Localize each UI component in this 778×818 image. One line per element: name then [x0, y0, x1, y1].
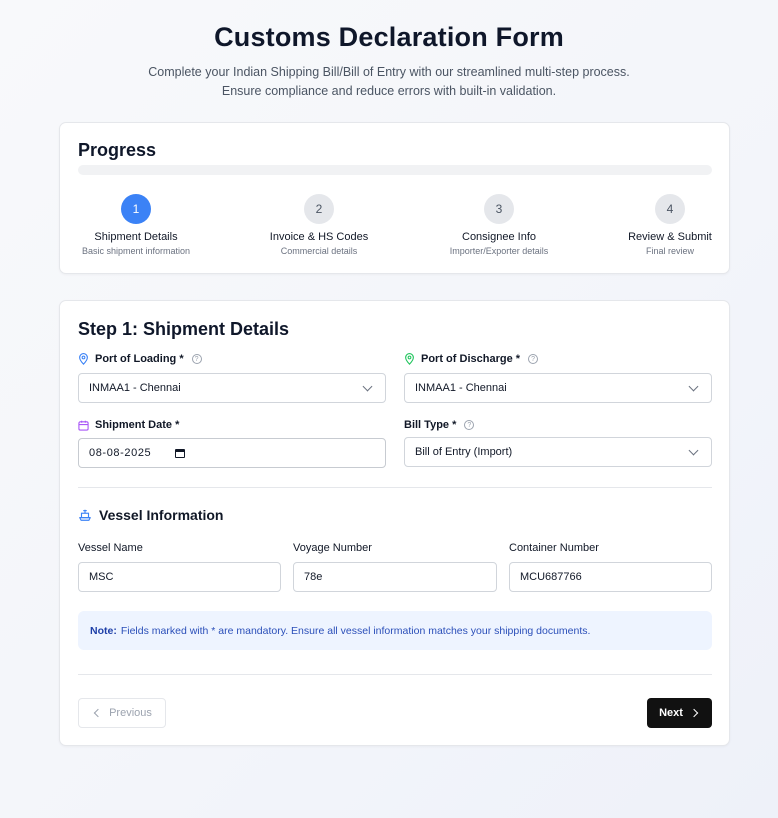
form-step-title: Step 1: Shipment Details — [78, 319, 290, 339]
chevron-down-icon — [688, 445, 699, 455]
step-3-name: Consignee Info — [462, 231, 536, 243]
mandatory-note: Note: Fields marked with * are mandatory… — [78, 611, 712, 650]
chevron-down-icon — [688, 381, 699, 391]
step-1: 1 Shipment Details Basic shipment inform… — [78, 194, 194, 256]
vessel-section-title: Vessel Information — [78, 507, 223, 523]
step-1-number: 1 — [121, 194, 151, 224]
container-number-label: Container Number — [509, 542, 599, 554]
help-icon[interactable]: ? — [191, 354, 202, 364]
calendar-icon — [78, 420, 89, 431]
footer-divider — [78, 674, 712, 675]
step-2-name: Invoice & HS Codes — [269, 231, 369, 243]
previous-button[interactable]: Previous — [78, 698, 166, 728]
port-of-discharge-label-text: Port of Discharge * — [421, 353, 521, 365]
step-4-name: Review & Submit — [628, 231, 712, 243]
page-title: Customs Declaration Form — [214, 22, 564, 52]
note-text: Fields marked with * are mandatory. Ensu… — [120, 624, 591, 637]
shipment-date-label-text: Shipment Date * — [95, 419, 180, 431]
port-of-loading-label: Port of Loading * ? — [78, 353, 202, 365]
chevron-left-icon — [93, 708, 103, 718]
ship-icon — [79, 509, 91, 521]
subtitle-line-2: Ensure compliance and reduce errors with… — [221, 84, 557, 98]
port-of-discharge-select[interactable]: INMAA1 - Chennai — [404, 373, 712, 403]
container-number-value: MCU687766 — [520, 571, 582, 583]
port-of-loading-value: INMAA1 - Chennai — [89, 382, 181, 394]
chevron-right-icon — [689, 708, 699, 718]
calendar-picker-icon[interactable] — [175, 448, 185, 458]
help-icon[interactable]: ? — [528, 354, 539, 364]
shipment-date-label: Shipment Date * — [78, 419, 179, 431]
vessel-section-title-text: Vessel Information — [99, 507, 224, 523]
step-1-name: Shipment Details — [94, 231, 178, 243]
vessel-name-value: MSC — [89, 571, 114, 583]
step-1-desc: Basic shipment information — [81, 246, 191, 256]
voyage-number-value: 78e — [304, 571, 323, 583]
voyage-number-input[interactable]: 78e — [293, 562, 497, 592]
shipment-date-value: 08-08-2025 — [89, 447, 152, 459]
port-of-discharge-value: INMAA1 - Chennai — [415, 382, 507, 394]
container-number-input[interactable]: MCU687766 — [509, 562, 712, 592]
bill-type-label: Bill Type * ? — [404, 419, 475, 431]
bill-type-label-text: Bill Type * — [404, 419, 457, 431]
page-subtitle: Complete your Indian Shipping Bill/Bill … — [0, 63, 778, 101]
step-2-desc: Commercial details — [280, 246, 358, 256]
voyage-number-label: Voyage Number — [293, 542, 372, 554]
page-header: Customs Declaration Form Complete your I… — [0, 22, 778, 101]
step-4-number: 4 — [655, 194, 685, 224]
step-3-desc: Importer/Exporter details — [449, 246, 549, 256]
step-2-number: 2 — [304, 194, 334, 224]
progress-title: Progress — [78, 140, 157, 160]
vessel-name-label: Vessel Name — [78, 542, 143, 554]
port-of-loading-select[interactable]: INMAA1 - Chennai — [78, 373, 386, 403]
vessel-name-input[interactable]: MSC — [78, 562, 281, 592]
step-3-number: 3 — [484, 194, 514, 224]
step-3: 3 Consignee Info Importer/Exporter detai… — [440, 194, 558, 256]
step-4-desc: Final review — [645, 246, 694, 256]
section-divider — [78, 487, 712, 488]
note-prefix: Note: — [90, 624, 117, 637]
step-2: 2 Invoice & HS Codes Commercial details — [260, 194, 378, 256]
step-4: 4 Review & Submit Final review — [620, 194, 720, 256]
progress-bar — [78, 165, 712, 175]
port-of-discharge-label: Port of Discharge * ? — [404, 353, 539, 365]
subtitle-line-1: Complete your Indian Shipping Bill/Bill … — [148, 65, 630, 79]
port-of-loading-label-text: Port of Loading * — [95, 353, 184, 365]
next-button-label: Next — [659, 707, 683, 719]
help-icon[interactable]: ? — [464, 420, 475, 430]
shipment-date-input[interactable]: 08-08-2025 — [78, 438, 386, 468]
bill-type-value: Bill of Entry (Import) — [415, 446, 513, 458]
chevron-down-icon — [362, 381, 373, 391]
progress-card: Progress 1 Shipment Details Basic shipme… — [59, 122, 730, 274]
next-button[interactable]: Next — [647, 698, 712, 728]
bill-type-select[interactable]: Bill of Entry (Import) — [404, 437, 712, 467]
form-card: Step 1: Shipment Details Port of Loading… — [59, 300, 730, 746]
map-pin-icon — [405, 353, 414, 365]
map-pin-icon — [79, 353, 88, 365]
previous-button-label: Previous — [109, 707, 152, 719]
